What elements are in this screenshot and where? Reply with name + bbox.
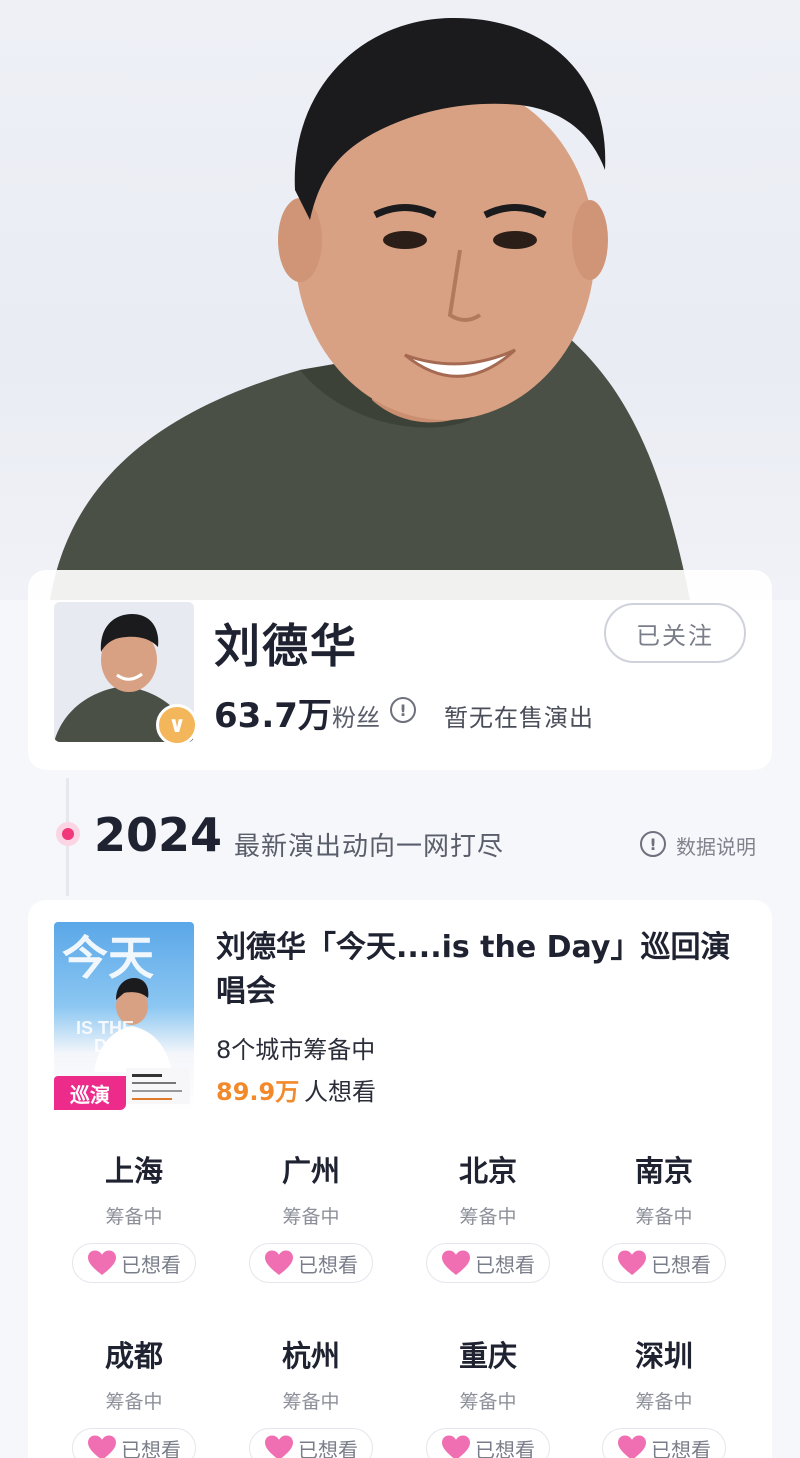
tour-title[interactable]: 刘德华「今天....is the Day」巡回演唱会 bbox=[216, 926, 746, 1014]
want-to-see-label: 已想看 bbox=[298, 1437, 358, 1458]
city-status: 筹备中 bbox=[105, 1206, 163, 1228]
svg-text:今天: 今天 bbox=[62, 932, 154, 984]
want-to-see-label: 已想看 bbox=[298, 1252, 358, 1277]
city-item-3[interactable]: 北京 筹备中 已想看 bbox=[400, 1140, 576, 1300]
heart-icon bbox=[618, 1435, 646, 1458]
want-to-see-label: 已想看 bbox=[475, 1437, 535, 1458]
want-to-see-label: 已想看 bbox=[121, 1252, 181, 1277]
city-status: 筹备中 bbox=[282, 1206, 340, 1228]
city-status: 筹备中 bbox=[635, 1391, 693, 1413]
city-status: 筹备中 bbox=[459, 1391, 517, 1413]
fans-count: 63.7万 bbox=[214, 696, 332, 736]
want-to-see-label: 已想看 bbox=[651, 1437, 711, 1458]
want-to-see-label: 已想看 bbox=[651, 1252, 711, 1277]
city-item-6[interactable]: 杭州 筹备中 已想看 bbox=[223, 1325, 399, 1458]
svg-text:IS THE: IS THE bbox=[76, 1018, 134, 1038]
want-to-see-label: 已想看 bbox=[475, 1252, 535, 1277]
artist-hero-photo bbox=[0, 0, 800, 600]
follow-button[interactable]: 已关注 bbox=[604, 603, 746, 663]
artist-profile-card: ∨ 刘德华 已关注 63.7万 粉丝 ! 暂无在售演出 bbox=[28, 570, 772, 770]
city-name: 深圳 bbox=[634, 1339, 693, 1373]
heart-icon bbox=[618, 1250, 646, 1275]
want-to-see-button[interactable]: 已想看 bbox=[72, 1428, 196, 1458]
data-note-icon[interactable]: ! bbox=[640, 831, 666, 857]
timeline-subtitle: 最新演出动向一网打尽 bbox=[234, 832, 505, 862]
verified-badge-icon: ∨ bbox=[156, 704, 198, 746]
portrait-illustration bbox=[50, 17, 690, 600]
timeline-dot bbox=[56, 822, 80, 846]
city-item-2[interactable]: 广州 筹备中 已想看 bbox=[223, 1140, 399, 1300]
want-count: 89.9万 bbox=[216, 1078, 300, 1106]
timeline-year: 2024 bbox=[94, 808, 223, 862]
heart-icon bbox=[88, 1250, 116, 1275]
city-item-4[interactable]: 南京 筹备中 已想看 bbox=[576, 1140, 752, 1300]
city-name: 杭州 bbox=[281, 1339, 340, 1373]
city-name: 重庆 bbox=[458, 1339, 517, 1373]
fans-info-icon[interactable]: ! bbox=[390, 697, 416, 723]
heart-icon bbox=[442, 1435, 470, 1458]
city-status: 筹备中 bbox=[459, 1206, 517, 1228]
city-status: 筹备中 bbox=[282, 1391, 340, 1413]
fans-label: 粉丝 bbox=[332, 704, 380, 732]
want-to-see-label: 已想看 bbox=[121, 1437, 181, 1458]
want-to-see-button[interactable]: 已想看 bbox=[249, 1428, 373, 1458]
no-shows-status: 暂无在售演出 bbox=[444, 704, 594, 732]
city-status: 筹备中 bbox=[105, 1391, 163, 1413]
heart-icon bbox=[442, 1250, 470, 1275]
tour-badge: 巡演 bbox=[54, 1076, 126, 1110]
tour-cities-summary: 8个城市筹备中 bbox=[216, 1036, 376, 1064]
city-name: 成都 bbox=[104, 1339, 163, 1373]
data-note-link[interactable]: 数据说明 bbox=[676, 831, 756, 860]
heart-icon bbox=[88, 1435, 116, 1458]
city-item-7[interactable]: 重庆 筹备中 已想看 bbox=[400, 1325, 576, 1458]
want-to-see-button[interactable]: 已想看 bbox=[249, 1243, 373, 1283]
want-to-see-button[interactable]: 已想看 bbox=[602, 1428, 726, 1458]
city-item-1[interactable]: 上海 筹备中 已想看 bbox=[46, 1140, 222, 1300]
want-label: 人想看 bbox=[304, 1078, 376, 1106]
want-to-see-button[interactable]: 已想看 bbox=[426, 1243, 550, 1283]
heart-icon bbox=[265, 1435, 293, 1458]
city-item-8[interactable]: 深圳 筹备中 已想看 bbox=[576, 1325, 752, 1458]
city-name: 南京 bbox=[634, 1154, 693, 1188]
want-to-see-button[interactable]: 已想看 bbox=[72, 1243, 196, 1283]
artist-name: 刘德华 bbox=[214, 619, 358, 673]
city-item-5[interactable]: 成都 筹备中 已想看 bbox=[46, 1325, 222, 1458]
svg-text:DAY: DAY bbox=[94, 1036, 130, 1056]
city-status: 筹备中 bbox=[635, 1206, 693, 1228]
city-name: 北京 bbox=[458, 1154, 517, 1188]
want-to-see-button[interactable]: 已想看 bbox=[602, 1243, 726, 1283]
city-name: 广州 bbox=[281, 1154, 340, 1188]
city-name: 上海 bbox=[104, 1154, 163, 1188]
want-to-see-button[interactable]: 已想看 bbox=[426, 1428, 550, 1458]
heart-icon bbox=[265, 1250, 293, 1275]
